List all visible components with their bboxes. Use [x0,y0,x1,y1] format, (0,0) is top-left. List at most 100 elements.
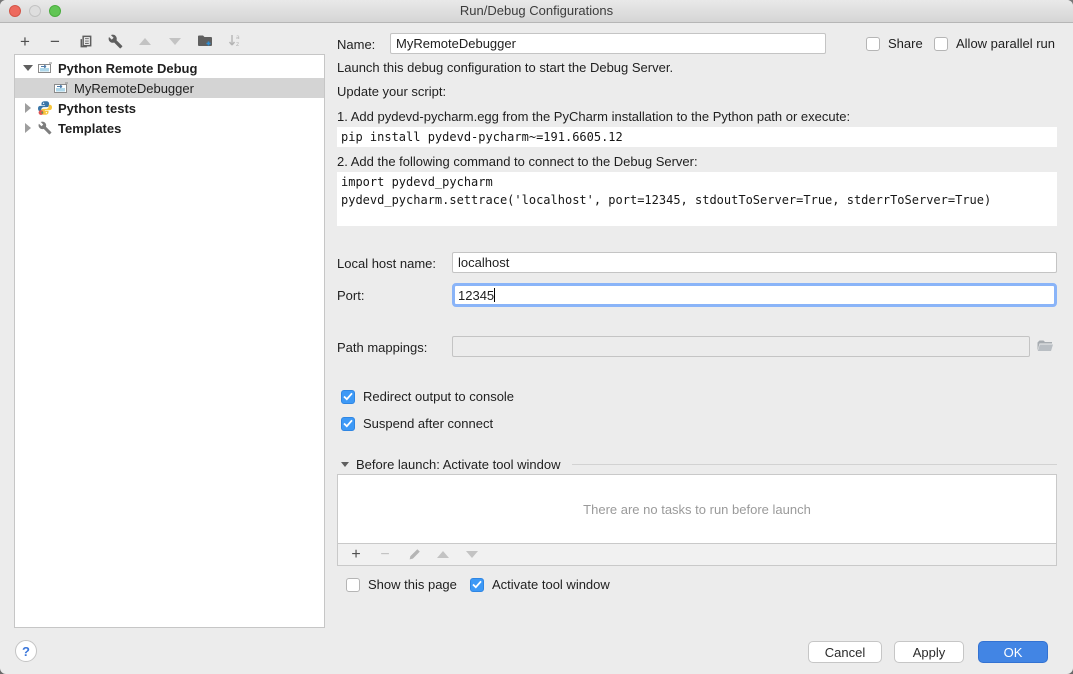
chevron-collapsed-icon[interactable] [25,123,31,133]
new-folder-button[interactable] [196,32,214,50]
run-debug-configurations-dialog: Run/Debug Configurations + − az Python R… [0,0,1073,674]
sort-configurations-button: az [226,32,244,50]
tree-item-templates[interactable]: Templates [15,118,324,138]
tree-item-label: MyRemoteDebugger [74,81,194,96]
folder-icon [1036,338,1054,354]
redirect-output-checkbox[interactable] [341,390,355,404]
wrench-icon [37,120,53,136]
before-launch-task-list[interactable]: There are no tasks to run before launch [337,474,1057,544]
name-label: Name: [337,37,375,52]
apply-button[interactable]: Apply [894,641,964,663]
configurations-tree: Python Remote Debug MyRemoteDebugger Pyt… [14,54,325,628]
activate-tool-window-checkbox[interactable] [470,578,484,592]
local-host-name-label: Local host name: [337,256,436,271]
step-1-text: 1. Add pydevd-pycharm.egg from the PyCha… [337,109,850,124]
redirect-output-label: Redirect output to console [363,389,514,404]
ok-button[interactable]: OK [978,641,1048,663]
allow-parallel-run-checkbox[interactable] [934,37,948,51]
browse-path-mappings-button[interactable] [1036,338,1054,354]
check-icon [343,392,353,401]
name-input[interactable] [390,33,826,54]
before-launch-section-header[interactable]: Before launch: Activate tool window [341,457,1057,472]
local-host-name-input[interactable] [452,252,1057,273]
edit-defaults-button[interactable] [106,32,124,50]
settrace-code-block: import pydevd_pycharm pydevd_pycharm.set… [337,172,1057,226]
tree-item-myremotedebugger[interactable]: MyRemoteDebugger [15,78,324,98]
edit-task-button [406,547,422,563]
move-task-down-button [464,547,480,563]
remove-configuration-button[interactable]: − [46,32,64,50]
python-logo-icon [37,100,53,116]
suspend-after-connect-label: Suspend after connect [363,416,493,431]
sort-alphabetically-icon: az [227,33,243,49]
show-this-page-row[interactable]: Show this page [346,577,457,592]
settrace-code-line-2: pydevd_pycharm.settrace('localhost', por… [341,191,1053,209]
task-list-toolbar: + − [337,544,1057,566]
cancel-button[interactable]: Cancel [808,641,882,663]
intro-line-1: Launch this debug configuration to start… [337,60,673,75]
before-launch-title: Before launch: Activate tool window [356,457,561,472]
move-task-up-button [435,547,451,563]
path-mappings-label: Path mappings: [337,340,427,355]
port-input[interactable]: 12345 [452,283,1057,307]
tree-item-label: Python Remote Debug [58,61,197,76]
step-2-text: 2. Add the following command to connect … [337,154,698,169]
tree-item-python-remote-debug[interactable]: Python Remote Debug [15,58,324,78]
show-this-page-checkbox[interactable] [346,578,360,592]
copy-configuration-button[interactable] [76,32,94,50]
move-up-icon [437,551,449,558]
edit-pencil-icon [408,548,421,561]
move-down-icon [466,551,478,558]
tree-item-label: Python tests [58,101,136,116]
text-caret [494,288,495,302]
activate-tool-window-label: Activate tool window [492,577,610,592]
tree-item-python-tests[interactable]: Python tests [15,98,324,118]
configurations-toolbar: + − az [16,31,244,51]
tree-item-label: Templates [58,121,121,136]
allow-parallel-run-label: Allow parallel run [956,36,1055,51]
cancel-button-label: Cancel [825,645,865,660]
allow-parallel-checkbox-row[interactable]: Allow parallel run [934,36,1055,51]
suspend-after-connect-checkbox[interactable] [341,417,355,431]
redirect-output-row[interactable]: Redirect output to console [341,389,514,404]
settrace-code-line-1: import pydevd_pycharm [341,173,1053,191]
remote-debug-config-icon [37,60,53,76]
title-bar: Run/Debug Configurations [0,0,1073,23]
add-task-button[interactable]: + [348,547,364,563]
activate-tool-window-row[interactable]: Activate tool window [470,577,610,592]
apply-button-label: Apply [913,645,946,660]
chevron-collapsed-icon[interactable] [25,103,31,113]
remote-debug-config-icon [53,80,69,96]
new-folder-icon [197,33,213,49]
share-checkbox-row[interactable]: Share [866,36,923,51]
svg-text:z: z [236,41,239,48]
share-label: Share [888,36,923,51]
move-down-button [166,32,184,50]
show-this-page-label: Show this page [368,577,457,592]
move-up-button [136,32,154,50]
chevron-expanded-icon[interactable] [23,65,33,71]
move-up-icon [139,38,151,45]
suspend-after-connect-row[interactable]: Suspend after connect [341,416,493,431]
svg-text:a: a [236,34,240,41]
add-configuration-button[interactable]: + [16,32,34,50]
move-down-icon [169,38,181,45]
check-icon [343,419,353,428]
no-tasks-message: There are no tasks to run before launch [583,502,811,517]
port-label: Port: [337,288,364,303]
window-title: Run/Debug Configurations [0,3,1073,18]
remove-icon: − [50,34,60,49]
path-mappings-input[interactable] [452,336,1030,357]
pip-install-code: pip install pydevd-pycharm~=191.6605.12 [337,127,1057,147]
section-collapse-icon[interactable] [341,462,349,467]
remove-icon: − [380,548,389,562]
ok-button-label: OK [1004,645,1023,660]
check-icon [472,580,482,589]
help-button[interactable]: ? [15,640,37,662]
remove-task-button: − [377,547,393,563]
intro-line-2: Update your script: [337,84,446,99]
add-icon: + [20,33,30,50]
copy-icon [78,34,93,49]
share-checkbox[interactable] [866,37,880,51]
section-divider [572,464,1057,465]
